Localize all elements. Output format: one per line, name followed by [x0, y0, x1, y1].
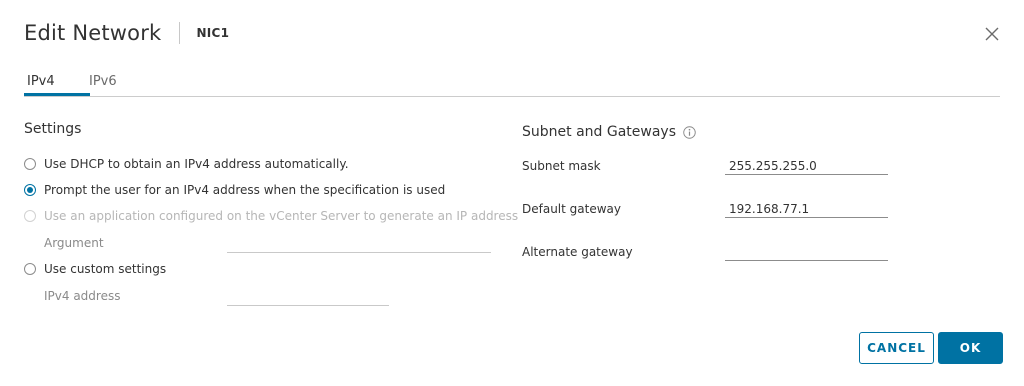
radio-button[interactable]: [24, 158, 36, 170]
default-gateway-input[interactable]: [725, 200, 888, 218]
argument-input[interactable]: [227, 235, 491, 253]
dialog-header: Edit Network NIC1: [24, 18, 229, 48]
subnet-mask-input[interactable]: [725, 157, 888, 175]
info-icon[interactable]: [683, 125, 696, 139]
ipv4-address-input[interactable]: [227, 288, 389, 306]
subnet-gateways-title: Subnet and Gateways: [522, 124, 676, 140]
radio-prompt-user[interactable]: Prompt the user for an IPv4 address when…: [24, 183, 445, 197]
close-icon[interactable]: [984, 26, 1000, 42]
tab-bar: IPv4 IPv6: [24, 70, 1000, 97]
edit-network-dialog: Edit Network NIC1 IPv4 IPv6 Settings Use…: [0, 0, 1024, 386]
radio-button-disabled: [24, 210, 36, 222]
radio-custom-settings[interactable]: Use custom settings: [24, 262, 166, 276]
ipv4-address-label: IPv4 address: [44, 289, 121, 303]
ok-button[interactable]: OK: [938, 332, 1003, 364]
radio-label: Use DHCP to obtain an IPv4 address autom…: [44, 157, 349, 171]
radio-use-dhcp[interactable]: Use DHCP to obtain an IPv4 address autom…: [24, 157, 349, 171]
cancel-button[interactable]: CANCEL: [859, 332, 934, 364]
tab-ipv6[interactable]: IPv6: [89, 74, 117, 95]
tab-ipv4[interactable]: IPv4: [27, 74, 55, 95]
radio-label: Prompt the user for an IPv4 address when…: [44, 183, 446, 197]
default-gateway-label: Default gateway: [522, 202, 621, 216]
subnet-gateways-heading: Subnet and Gateways: [522, 124, 696, 140]
radio-button[interactable]: [24, 263, 36, 275]
alternate-gateway-label: Alternate gateway: [522, 245, 633, 259]
active-tab-indicator: [24, 93, 90, 96]
argument-label: Argument: [44, 236, 104, 250]
dialog-subtitle: NIC1: [196, 26, 230, 40]
subnet-mask-label: Subnet mask: [522, 159, 601, 173]
alternate-gateway-input[interactable]: [725, 243, 888, 261]
radio-label: Use custom settings: [44, 262, 167, 276]
dialog-title: Edit Network: [24, 21, 162, 45]
settings-heading: Settings: [24, 121, 82, 137]
radio-vcenter-application: Use an application configured on the vCe…: [24, 209, 518, 223]
header-divider: [179, 22, 181, 44]
radio-label: Use an application configured on the vCe…: [44, 209, 519, 223]
radio-button-selected[interactable]: [24, 184, 36, 196]
